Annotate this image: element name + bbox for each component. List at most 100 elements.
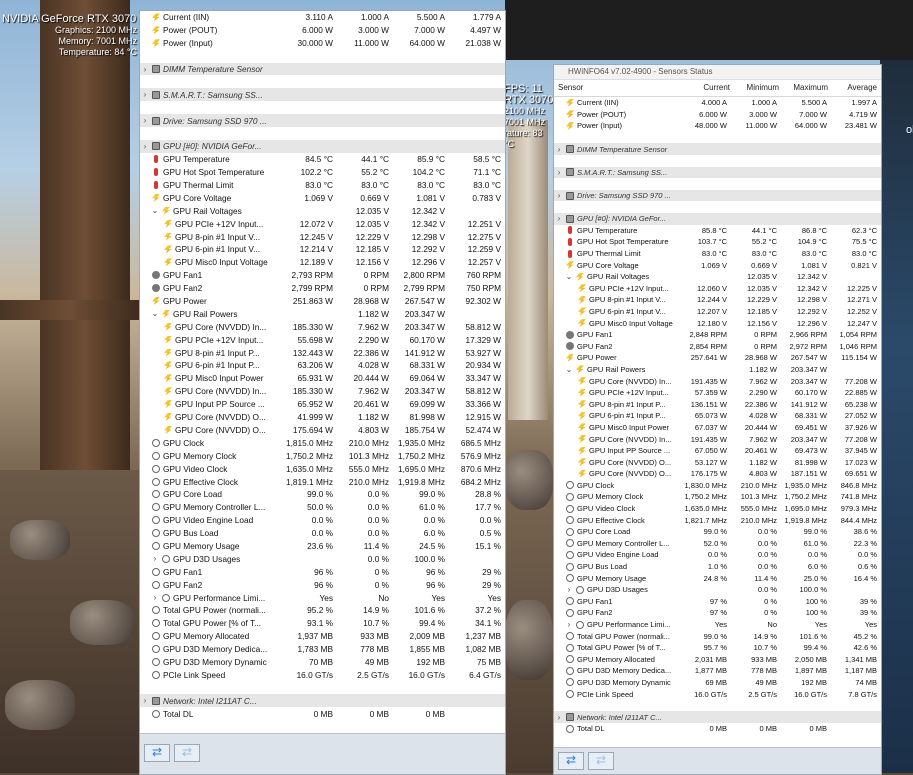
- expand-chevron-icon[interactable]: ›: [140, 65, 150, 74]
- sensor-row[interactable]: GPU Misc0 Input Power 67.037 W 20.444 W 69.…: [554, 422, 881, 434]
- sensor-row[interactable]: GPU 8-pin #1 Input V... 12.245 V 12.229 V 1…: [140, 230, 505, 243]
- expand-chevron-icon[interactable]: ›: [554, 713, 564, 722]
- sensor-row[interactable]: GPU Core Load 99.0 % 0.0 % 99.0 % 28.8 %: [140, 488, 505, 501]
- sensor-group-row[interactable]: › S.M.A.R.T.: Samsung SS...: [140, 88, 505, 102]
- sensor-row[interactable]: GPU Misc0 Input Power 65.931 W 20.444 W 69.…: [140, 372, 505, 385]
- sensor-row[interactable]: GPU PCIe +12V Input... 55.698 W 2.290 W 60.…: [140, 333, 505, 346]
- header-maximum[interactable]: Maximum: [783, 80, 832, 96]
- expand-chevron-icon[interactable]: ›: [554, 214, 564, 223]
- sensor-row[interactable]: GPU Memory Usage 24.8 % 11.4 % 25.0 % 16.4 %: [554, 572, 881, 584]
- expand-chevron-icon[interactable]: ›: [140, 142, 150, 151]
- sensor-row[interactable]: Total GPU Power (normali... 95.2 % 14.9 % 1…: [140, 604, 505, 617]
- sensor-row[interactable]: GPU Fan1 97 % 0 % 100 % 39 %: [554, 596, 881, 608]
- sensor-row[interactable]: GPU Core Voltage 1.069 V 0.669 V 1.081 V 0.7…: [140, 191, 505, 204]
- sensor-row[interactable]: GPU Thermal Limit 83.0 °C 83.0 °C 83.0 °C 83…: [140, 179, 505, 192]
- header-current[interactable]: Current: [685, 80, 734, 96]
- sensor-row[interactable]: GPU PCIe +12V Input... 12.072 V 12.035 V 12…: [140, 217, 505, 230]
- sensor-row[interactable]: GPU Core (NVVDD) O... 41.999 W 1.182 W 81.9…: [140, 411, 505, 424]
- sensor-row[interactable]: GPU Video Clock 1,635.0 MHz 555.0 MHz 1,695…: [140, 462, 505, 475]
- sensor-row[interactable]: GPU Core (NVVDD) In... 185.330 W 7.962 W 20…: [140, 385, 505, 398]
- sensor-group-row[interactable]: › DIMM Temperature Sensor: [554, 143, 881, 155]
- nav-arrows-dim-icon[interactable]: ⇄: [174, 744, 200, 762]
- sensor-row[interactable]: PCIe Link Speed 16.0 GT/s 2.5 GT/s 16.0 GT/…: [140, 668, 505, 681]
- sensor-group-row[interactable]: › GPU [#0]: NVIDIA GeFor...: [140, 139, 505, 153]
- sensor-row[interactable]: GPU Clock 1,830.0 MHz 210.0 MHz 1,935.0 MHz…: [554, 480, 881, 492]
- sensor-row[interactable]: Power (POUT) 6.000 W 3.000 W 7.000 W 4.497 W: [140, 24, 505, 37]
- sensor-group-row[interactable]: › Drive: Samsung SSD 970 ...: [554, 189, 881, 202]
- sensor-row[interactable]: Current (IIN) 3.110 A 1.000 A 5.500 A 1.779 …: [140, 11, 505, 24]
- sensor-row[interactable]: GPU Power 257.641 W 28.968 W 267.547 W 115.1…: [554, 352, 881, 364]
- sensor-row[interactable]: ⌄ GPU Rail Voltages 12.035 V 12.342 V: [140, 204, 505, 217]
- sensor-group-row[interactable]: › Network: Intel I211AT C...: [140, 694, 505, 708]
- sensor-row[interactable]: GPU Core (NVVDD) In... 191.435 W 7.962 W 20…: [554, 433, 881, 445]
- sensor-row[interactable]: GPU Hot Spot Temperature 102.2 °C 55.2 °C 1…: [140, 166, 505, 179]
- sensor-row[interactable]: › GPU Performance Limi... Yes No Yes Yes: [140, 591, 505, 604]
- sensor-row[interactable]: GPU Bus Load 1.0 % 0.0 % 6.0 % 0.6 %: [554, 561, 881, 573]
- sensor-row[interactable]: Total GPU Power [% of T... 95.7 % 10.7 % 99…: [554, 642, 881, 654]
- sensor-row[interactable]: › GPU D3D Usages 0.0 % 100.0 %: [140, 552, 505, 565]
- sensor-row[interactable]: GPU Core (NVVDD) In... 191.435 W 7.962 W 20…: [554, 375, 881, 387]
- sensor-row[interactable]: GPU Memory Usage 23.6 % 11.4 % 24.5 % 15.1 %: [140, 540, 505, 553]
- expand-chevron-icon[interactable]: ›: [564, 585, 574, 594]
- sensor-row[interactable]: GPU Core (NVVDD) In... 185.330 W 7.962 W 20…: [140, 320, 505, 333]
- expand-chevron-icon[interactable]: ⌄: [564, 272, 574, 281]
- sensor-row[interactable]: GPU Hot Spot Temperature 103.7 °C 55.2 °C 1…: [554, 236, 881, 248]
- sensor-row[interactable]: GPU Thermal Limit 83.0 °C 83.0 °C 83.0 °C 83…: [554, 248, 881, 260]
- sensor-row[interactable]: GPU D3D Memory Dedica... 1,877 MB 778 MB 1,…: [554, 665, 881, 677]
- sensor-row[interactable]: GPU Core Load 99.0 % 0.0 % 99.0 % 38.6 %: [554, 526, 881, 538]
- sensor-row[interactable]: GPU Core (NVVDD) O... 175.694 W 4.803 W 185…: [140, 424, 505, 437]
- expand-chevron-icon[interactable]: ⌄: [150, 206, 160, 215]
- sensor-row[interactable]: Total GPU Power (normali... 99.0 % 14.9 % 1…: [554, 630, 881, 642]
- sensor-row[interactable]: GPU Input PP Source ... 65.952 W 20.461 W 6…: [140, 398, 505, 411]
- sensor-row[interactable]: GPU Bus Load 0.0 % 0.0 % 6.0 % 0.5 %: [140, 527, 505, 540]
- sensor-row[interactable]: Total DL 0 MB 0 MB 0 MB: [140, 707, 505, 720]
- sensor-row[interactable]: GPU 6-pin #1 Input V... 12.214 V 12.185 V 1…: [140, 243, 505, 256]
- sensor-row[interactable]: GPU 6-pin #1 Input V... 12.207 V 12.185 V 1…: [554, 306, 881, 318]
- nav-arrows-dim-icon[interactable]: ⇄: [588, 752, 614, 770]
- sensor-row[interactable]: GPU Clock 1,815.0 MHz 210.0 MHz 1,935.0 MHz…: [140, 436, 505, 449]
- expand-chevron-icon[interactable]: ›: [564, 620, 574, 629]
- sensor-row[interactable]: › GPU Performance Limi... Yes No Yes Yes: [554, 619, 881, 631]
- sensor-row[interactable]: GPU Power 251.863 W 28.968 W 267.547 W 92.30…: [140, 295, 505, 308]
- sensor-row[interactable]: GPU D3D Memory Dynamic 69 MB 49 MB 192 MB 74…: [554, 677, 881, 689]
- expand-chevron-icon[interactable]: ›: [140, 90, 150, 99]
- sensor-row[interactable]: Total DL 0 MB 0 MB 0 MB: [554, 723, 881, 735]
- expand-chevron-icon[interactable]: ⌄: [150, 309, 160, 318]
- sensor-row[interactable]: GPU Input PP Source ... 67.050 W 20.461 W 6…: [554, 445, 881, 457]
- sensor-row[interactable]: GPU Video Clock 1,635.0 MHz 555.0 MHz 1,695…: [554, 503, 881, 515]
- sensor-row[interactable]: GPU Fan1 2,848 RPM 0 RPM 2,966 RPM 1,054 RPM: [554, 329, 881, 341]
- header-sensor[interactable]: Sensor: [554, 80, 685, 96]
- sensor-row[interactable]: ⌄ GPU Rail Powers 1.182 W 203.347 W: [554, 364, 881, 376]
- sensor-row[interactable]: GPU Fan1 96 % 0 % 96 % 29 %: [140, 565, 505, 578]
- sensor-row[interactable]: GPU Effective Clock 1,819.1 MHz 210.0 MHz 1…: [140, 475, 505, 488]
- sensor-row[interactable]: GPU Effective Clock 1,821.7 MHz 210.0 MHz 1…: [554, 514, 881, 526]
- sensor-row[interactable]: Current (IIN) 4.000 A 1.000 A 5.500 A 1.997 …: [554, 97, 881, 109]
- sensor-group-row[interactable]: › S.M.A.R.T.: Samsung SS...: [554, 166, 881, 179]
- sensor-row[interactable]: GPU 6-pin #1 Input P... 65.073 W 4.028 W 68…: [554, 410, 881, 422]
- sensor-row[interactable]: GPU Memory Allocated 1,937 MB 933 MB 2,009 …: [140, 630, 505, 643]
- sensor-row[interactable]: GPU D3D Memory Dynamic 70 MB 49 MB 192 MB 75…: [140, 656, 505, 669]
- sensor-row[interactable]: ⌄ GPU Rail Powers 1.182 W 203.347 W: [140, 307, 505, 320]
- sensor-row[interactable]: GPU Fan1 2,793 RPM 0 RPM 2,800 RPM 760 RPM: [140, 269, 505, 282]
- sensor-row[interactable]: PCIe Link Speed 16.0 GT/s 2.5 GT/s 16.0 GT/…: [554, 688, 881, 700]
- sensor-group-row[interactable]: › GPU [#0]: NVIDIA GeFor...: [554, 212, 881, 225]
- sensor-row[interactable]: GPU D3D Memory Dedica... 1,783 MB 778 MB 1,…: [140, 643, 505, 656]
- sensor-row[interactable]: GPU Misc0 Input Voltage 12.180 V 12.156 V 1…: [554, 317, 881, 329]
- sensor-row[interactable]: Power (Input) 30.000 W 11.000 W 64.000 W 21.…: [140, 37, 505, 50]
- expand-chevron-icon[interactable]: ›: [140, 696, 150, 705]
- sensor-group-row[interactable]: › DIMM Temperature Sensor: [140, 62, 505, 76]
- sensor-row[interactable]: GPU Video Engine Load 0.0 % 0.0 % 0.0 % 0.0 …: [140, 514, 505, 527]
- sensor-row[interactable]: GPU Memory Controller L... 52.0 % 0.0 % 61.…: [554, 538, 881, 550]
- sensor-row[interactable]: GPU Fan2 96 % 0 % 96 % 29 %: [140, 578, 505, 591]
- sensor-row[interactable]: GPU 8-pin #1 Input P... 132.443 W 22.386 W…: [140, 346, 505, 359]
- sensor-row[interactable]: GPU Temperature 85.8 °C 44.1 °C 86.8 °C 62.3…: [554, 225, 881, 237]
- sensor-row[interactable]: ⌄ GPU Rail Voltages 12.035 V 12.342 V: [554, 271, 881, 283]
- header-minimum[interactable]: Minimum: [734, 80, 783, 96]
- sensor-row[interactable]: GPU Core Voltage 1.069 V 0.669 V 1.081 V 0.8…: [554, 259, 881, 271]
- expand-chevron-icon[interactable]: ›: [554, 145, 564, 154]
- expand-chevron-icon[interactable]: ›: [150, 593, 160, 602]
- sensor-row[interactable]: GPU Fan2 97 % 0 % 100 % 39 %: [554, 607, 881, 619]
- expand-chevron-icon[interactable]: ›: [150, 554, 160, 563]
- expand-chevron-icon[interactable]: ›: [554, 168, 564, 177]
- sensor-row[interactable]: GPU Misc0 Input Voltage 12.189 V 12.156 V 1…: [140, 256, 505, 269]
